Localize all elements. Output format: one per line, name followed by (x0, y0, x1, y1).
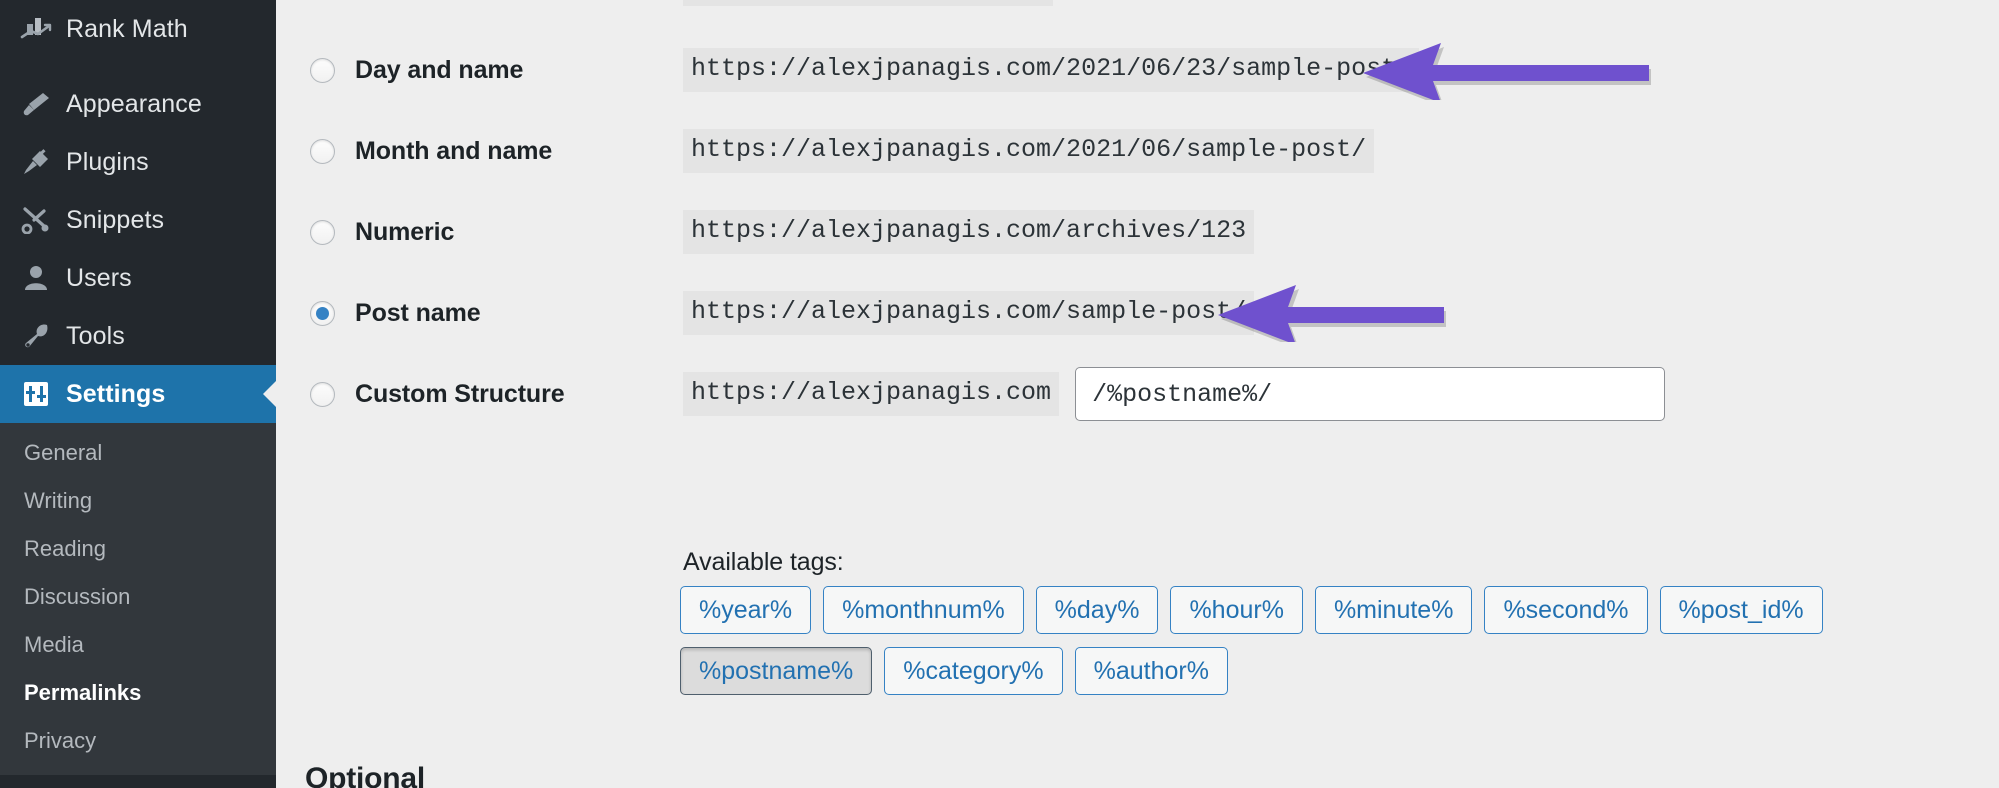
submenu-item-label: Permalinks (24, 680, 142, 705)
submenu-item-permalinks[interactable]: Permalinks (0, 669, 276, 717)
permalink-option-day-and-name[interactable]: Day and name https://alexjpanagis.com/20… (276, 44, 1999, 96)
rank-math-icon (14, 12, 58, 46)
permalink-settings-content: Day and name https://alexjpanagis.com/20… (276, 0, 1999, 788)
clipped-url-above-fold (683, 0, 1053, 6)
sidebar-item-tools[interactable]: Tools (0, 307, 276, 365)
submenu-item-label: Media (24, 632, 84, 657)
user-icon (14, 261, 58, 295)
submenu-item-discussion[interactable]: Discussion (0, 573, 276, 621)
submenu-item-writing[interactable]: Writing (0, 477, 276, 525)
tag-button-monthnum[interactable]: %monthnum% (823, 586, 1024, 634)
submenu-item-reading[interactable]: Reading (0, 525, 276, 573)
sidebar-item-label: Settings (66, 379, 166, 408)
permalink-option-label: Day and name (355, 55, 524, 84)
permalink-option-label: Custom Structure (355, 379, 565, 408)
permalink-option-numeric[interactable]: Numeric https://alexjpanagis.com/archive… (276, 206, 1999, 258)
permalink-option-custom-structure[interactable]: Custom Structure https://alexjpanagis.co… (276, 367, 1999, 421)
sidebar-item-rank-math[interactable]: Rank Math (0, 0, 276, 58)
sidebar-item-label: Plugins (66, 147, 149, 176)
optional-section-heading: Optional (305, 762, 426, 788)
sidebar-item-label: Rank Math (66, 14, 188, 43)
wordpress-admin-permalinks-screen: Rank Math Appearance Plugins Snippets Us… (0, 0, 1999, 788)
plug-icon (14, 145, 58, 179)
radio-cell[interactable]: Post name (276, 299, 683, 328)
radio-numeric[interactable] (310, 219, 335, 245)
submenu-item-label: Reading (24, 536, 106, 561)
permalink-option-month-and-name[interactable]: Month and name https://alexjpanagis.com/… (276, 125, 1999, 177)
permalink-preview-url: https://alexjpanagis.com/2021/06/sample-… (683, 129, 1375, 173)
custom-structure-input[interactable] (1075, 367, 1666, 421)
settings-submenu: General Writing Reading Discussion Media… (0, 423, 276, 775)
submenu-item-privacy[interactable]: Privacy (0, 717, 276, 765)
sidebar-item-appearance[interactable]: Appearance (0, 75, 276, 133)
tag-button-year[interactable]: %year% (680, 586, 812, 634)
sidebar-item-users[interactable]: Users (0, 249, 276, 307)
radio-post-name[interactable] (310, 300, 335, 326)
permalink-option-label: Post name (355, 298, 481, 327)
permalink-preview-url: https://alexjpanagis.com/archives/123 (683, 210, 1255, 254)
tag-button-category[interactable]: %category% (884, 647, 1063, 695)
sidebar-item-label: Appearance (66, 89, 202, 118)
submenu-item-label: General (24, 440, 103, 465)
tag-button-minute[interactable]: %minute% (1314, 586, 1473, 634)
sidebar-item-label: Users (66, 263, 132, 292)
radio-month-and-name[interactable] (310, 138, 335, 164)
scissors-icon (14, 203, 58, 237)
admin-sidebar: Rank Math Appearance Plugins Snippets Us… (0, 0, 276, 788)
sidebar-item-label: Snippets (66, 205, 165, 234)
radio-custom-structure[interactable] (310, 381, 335, 407)
sidebar-item-settings[interactable]: Settings (0, 365, 276, 423)
submenu-item-general[interactable]: General (0, 429, 276, 477)
sidebar-item-plugins[interactable]: Plugins (0, 133, 276, 191)
tag-button-second[interactable]: %second% (1484, 586, 1648, 634)
custom-structure-base-url: https://alexjpanagis.com (683, 372, 1060, 416)
radio-day-and-name[interactable] (310, 57, 335, 83)
tag-button-hour[interactable]: %hour% (1170, 586, 1303, 634)
radio-cell[interactable]: Numeric (276, 218, 683, 247)
permalink-option-label: Month and name (355, 136, 553, 165)
radio-cell[interactable]: Day and name (276, 56, 683, 85)
tag-button-author[interactable]: %author% (1074, 647, 1228, 695)
sidebar-item-snippets[interactable]: Snippets (0, 191, 276, 249)
wrench-icon (14, 319, 58, 353)
radio-cell[interactable]: Custom Structure (276, 380, 683, 409)
available-tags-list: %year% %monthnum% %day% %hour% %minute% … (680, 586, 1900, 695)
permalink-preview-url: https://alexjpanagis.com/sample-post/ (683, 291, 1255, 335)
submenu-item-label: Privacy (24, 728, 97, 753)
submenu-item-media[interactable]: Media (0, 621, 276, 669)
tag-button-day[interactable]: %day% (1035, 586, 1159, 634)
submenu-item-label: Discussion (24, 584, 131, 609)
tag-button-postname[interactable]: %postname% (680, 647, 873, 695)
permalink-option-post-name[interactable]: Post name https://alexjpanagis.com/sampl… (276, 287, 1999, 339)
tag-button-post-id[interactable]: %post_id% (1659, 586, 1823, 634)
radio-cell[interactable]: Month and name (276, 137, 683, 166)
sidebar-item-label: Tools (66, 321, 125, 350)
available-tags-label: Available tags: (683, 548, 844, 576)
current-menu-notch (263, 380, 276, 408)
permalink-option-label: Numeric (355, 217, 455, 246)
settings-sliders-icon (14, 377, 58, 411)
submenu-item-label: Writing (24, 488, 93, 513)
paintbrush-icon (14, 87, 58, 121)
permalink-preview-url: https://alexjpanagis.com/2021/06/23/samp… (683, 48, 1420, 92)
